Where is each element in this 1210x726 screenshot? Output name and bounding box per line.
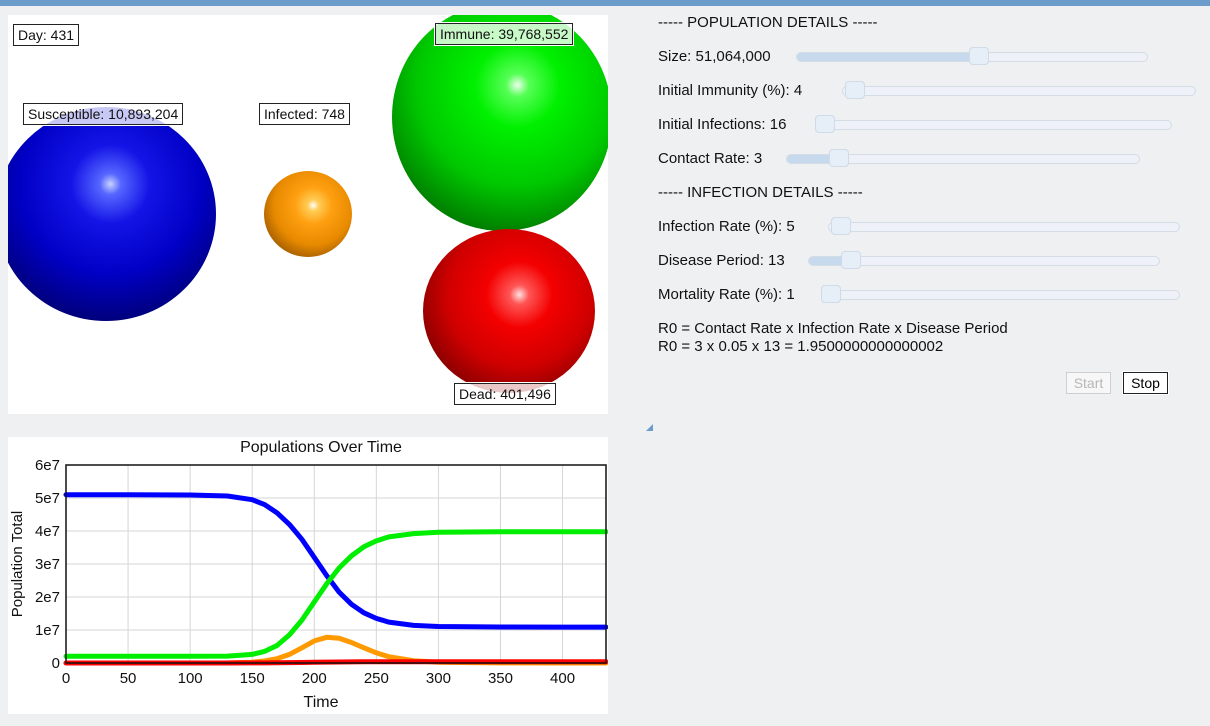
immune-sphere xyxy=(392,15,608,231)
infected-sphere xyxy=(264,171,352,257)
chart-series xyxy=(63,492,608,666)
size-slider[interactable] xyxy=(796,47,1148,65)
x-tick-label: 150 xyxy=(240,670,265,687)
initial-immunity-label: Initial Immunity (%): 4 xyxy=(658,82,803,99)
x-tick-label: 350 xyxy=(488,670,513,687)
dead-sphere xyxy=(423,229,595,393)
susceptible-sphere xyxy=(8,107,216,321)
infection-rate-slider[interactable] xyxy=(828,217,1180,235)
disease-period-slider[interactable] xyxy=(808,251,1160,269)
disease-period-slider-thumb[interactable] xyxy=(841,251,861,269)
x-tick-label: 400 xyxy=(550,670,575,687)
day-label: Day: 431 xyxy=(11,23,81,47)
infection-rate-label: Infection Rate (%): 5 xyxy=(658,218,795,235)
infection-details-header: ----- INFECTION DETAILS ----- xyxy=(658,184,863,201)
start-button[interactable]: Start xyxy=(1066,372,1111,394)
mortality-rate-slider[interactable] xyxy=(821,285,1180,303)
chart-title: Populations Over Time xyxy=(240,439,402,456)
y-tick-label: 0 xyxy=(52,655,60,672)
controls-panel: ----- POPULATION DETAILS ----- Size: 51,… xyxy=(658,0,1210,726)
immune-label: Immune: 39,768,552 xyxy=(433,22,575,46)
chart-svg: 0 50 100 150 200 250 300 350 400 0 1e7 2e7 3e7 4e7 5e7… xyxy=(9,439,608,711)
y-tick-label: 6e7 xyxy=(35,457,60,474)
y-tick-label: 2e7 xyxy=(35,589,60,606)
infected-label: Infected: 748 xyxy=(258,102,351,126)
y-tick-label: 3e7 xyxy=(35,556,60,573)
x-tick-label: 100 xyxy=(178,670,203,687)
dead-label: Dead: 401,496 xyxy=(453,382,557,406)
resize-handle-icon[interactable] xyxy=(646,424,653,431)
series-line xyxy=(63,634,608,666)
contact-rate-slider[interactable] xyxy=(786,149,1140,167)
chart-x-axis-label: Time xyxy=(304,694,339,711)
chart-y-axis-label: Population Total xyxy=(9,511,26,617)
size-slider-thumb[interactable] xyxy=(969,47,989,65)
chart-ticks: 0 50 100 150 200 250 300 350 400 0 1e7 2e7 3e7 4e7 5e7… xyxy=(35,457,575,687)
x-tick-label: 250 xyxy=(364,670,389,687)
susceptible-label: Susceptible: 10,893,204 xyxy=(21,102,185,126)
infection-rate-slider-thumb[interactable] xyxy=(831,217,851,235)
r0-formula-text: R0 = Contact Rate x Infection Rate x Dis… xyxy=(658,320,1008,337)
initial-infections-label: Initial Infections: 16 xyxy=(658,116,787,133)
initial-immunity-slider-thumb[interactable] xyxy=(845,81,865,99)
mortality-rate-label: Mortality Rate (%): 1 xyxy=(658,286,795,303)
y-tick-label: 4e7 xyxy=(35,523,60,540)
initial-infections-slider[interactable] xyxy=(815,115,1172,133)
x-tick-label: 300 xyxy=(426,670,451,687)
initial-infections-slider-thumb[interactable] xyxy=(815,115,835,133)
x-tick-label: 0 xyxy=(62,670,70,687)
initial-immunity-slider[interactable] xyxy=(842,81,1196,99)
disease-period-label: Disease Period: 13 xyxy=(658,252,785,269)
contact-rate-label: Contact Rate: 3 xyxy=(658,150,763,167)
mortality-rate-slider-thumb[interactable] xyxy=(821,285,841,303)
size-label: Size: 51,064,000 xyxy=(658,48,771,65)
population-details-header: ----- POPULATION DETAILS ----- xyxy=(658,14,878,31)
y-tick-label: 1e7 xyxy=(35,622,60,639)
r0-value-text: R0 = 3 x 0.05 x 13 = 1.9500000000000002 xyxy=(658,338,944,355)
simulation-canvas: Day: 431 Susceptible: 10,893,204 Infecte… xyxy=(8,15,608,414)
population-chart: 0 50 100 150 200 250 300 350 400 0 1e7 2e7 3e7 4e7 5e7… xyxy=(8,437,608,714)
series-line xyxy=(63,492,608,630)
y-tick-label: 5e7 xyxy=(35,490,60,507)
stop-button[interactable]: Stop xyxy=(1122,371,1169,395)
contact-rate-slider-thumb[interactable] xyxy=(829,149,849,167)
x-tick-label: 50 xyxy=(120,670,137,687)
x-tick-label: 200 xyxy=(302,670,327,687)
